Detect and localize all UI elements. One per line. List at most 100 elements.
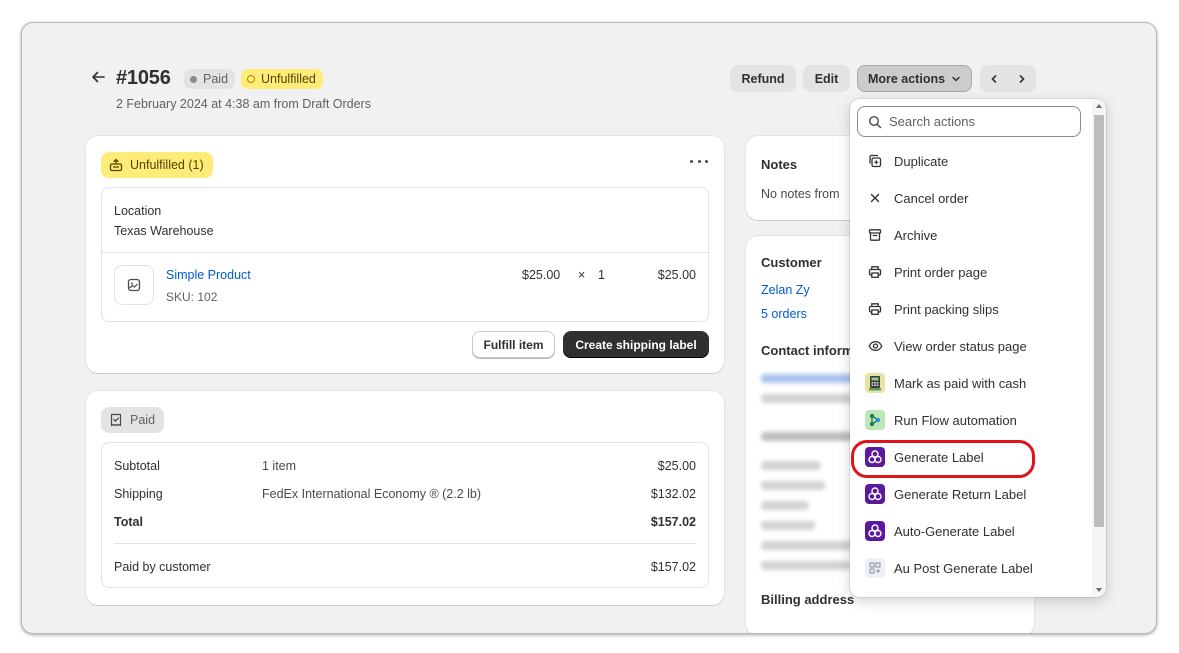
redacted-line xyxy=(761,461,821,470)
fulfillment-box-icon xyxy=(109,158,123,172)
redacted-phone xyxy=(761,394,861,403)
row-label: Subtotal xyxy=(114,459,160,473)
label-app-icon xyxy=(865,484,885,504)
menu-item-archive[interactable]: Archive xyxy=(857,219,1083,251)
menu-item-run-flow-automation[interactable]: Run Flow automation xyxy=(857,404,1083,436)
duplicate-icon xyxy=(865,151,885,171)
order-number: #1056 xyxy=(116,67,171,89)
menu-scrollbar[interactable] xyxy=(1092,99,1106,597)
archive-icon xyxy=(865,225,885,245)
redacted-line xyxy=(761,501,809,510)
customer-name-link[interactable]: Zelan Zy xyxy=(761,283,810,297)
contact-info-title: Contact inform xyxy=(761,343,854,358)
scroll-up-icon[interactable] xyxy=(1095,102,1103,110)
paid-status: Paid xyxy=(101,407,165,433)
product-quantity: 1 xyxy=(598,268,605,282)
refund-button[interactable]: Refund xyxy=(730,65,796,92)
unfulfilled-status: Unfulfilled (1) xyxy=(101,152,213,178)
menu-item-label: Duplicate xyxy=(894,153,949,169)
location-value: Texas Warehouse xyxy=(114,224,214,238)
product-sku: SKU: 102 xyxy=(166,290,218,304)
create-shipping-label-button[interactable]: Create shipping label xyxy=(563,331,709,358)
customer-title: Customer xyxy=(761,255,822,270)
eye-icon xyxy=(865,336,885,356)
menu-item-label: Cancel order xyxy=(894,190,969,206)
menu-item-view-order-status-page[interactable]: View order status page xyxy=(857,330,1083,362)
chevron-right-icon xyxy=(1019,74,1025,83)
product-thumbnail xyxy=(114,265,154,305)
menu-item-mark-as-paid-with-cash[interactable]: Mark as paid with cash xyxy=(857,367,1083,399)
paid-badge: Paid xyxy=(184,69,236,89)
payment-summary-box: Subtotal 1 item $25.00 Shipping FedEx In… xyxy=(101,442,709,588)
ring-icon xyxy=(247,75,255,83)
label-app-icon xyxy=(865,521,885,541)
menu-item-label: Generate Return Label xyxy=(894,486,1027,502)
row-detail: 1 item xyxy=(262,459,297,473)
menu-item-label: Run Flow automation xyxy=(894,412,1017,428)
menu-item-label: Generate Label xyxy=(894,449,984,465)
notes-text: No notes from xyxy=(761,187,840,201)
menu-item-generate-return-label[interactable]: Generate Return Label xyxy=(857,478,1083,510)
customer-orders-link[interactable]: 5 orders xyxy=(761,307,807,321)
menu-item-label: Mark as paid with cash xyxy=(894,375,1027,391)
order-subtitle: 2 February 2024 at 4:38 am from Draft Or… xyxy=(116,97,371,111)
search-icon xyxy=(868,115,882,128)
menu-item-generate-label[interactable]: Generate Label xyxy=(851,440,1083,478)
billing-address-title: Billing address xyxy=(761,592,855,607)
image-placeholder-icon xyxy=(127,278,141,292)
more-actions-menu: Duplicate Cancel order Archive Print ord… xyxy=(850,99,1106,597)
notes-title: Notes xyxy=(761,157,798,172)
edit-button[interactable]: Edit xyxy=(803,65,850,92)
scrollbar-thumb[interactable] xyxy=(1094,115,1104,527)
redacted-line xyxy=(761,561,851,570)
chevron-down-icon xyxy=(952,76,960,82)
menu-item-auto-generate-label[interactable]: Auto-Generate Label xyxy=(857,515,1083,547)
menu-item-print-order-page[interactable]: Print order page xyxy=(857,256,1083,288)
menu-item-print-packing-slips[interactable]: Print packing slips xyxy=(857,293,1083,325)
order-pager xyxy=(980,65,1036,92)
divider xyxy=(102,252,708,253)
chevron-left-icon xyxy=(991,74,997,83)
row-detail: FedEx International Economy ® (2.2 lb) xyxy=(262,487,482,501)
app-window: #1056 Paid Unfulfilled 2 February 2024 a… xyxy=(21,22,1157,634)
redacted-line xyxy=(761,541,857,550)
location-label: Location xyxy=(114,204,162,218)
payment-card: Paid Subtotal 1 item $25.00 Shipping Fed… xyxy=(86,391,724,605)
search-actions-field[interactable] xyxy=(857,106,1081,137)
previous-order-button[interactable] xyxy=(980,65,1008,92)
product-name-link[interactable]: Simple Product xyxy=(166,268,251,282)
row-amount: $157.02 xyxy=(650,515,696,529)
more-options-icon[interactable] xyxy=(690,156,708,166)
unfulfilled-badge: Unfulfilled xyxy=(241,69,323,89)
menu-item-label: Archive xyxy=(894,227,938,243)
menu-item-cancel-order[interactable]: Cancel order xyxy=(857,182,1083,214)
menu-item-au-post-generate-label[interactable]: Au Post Generate Label xyxy=(857,552,1083,584)
unfulfilled-badge-label: Unfulfilled xyxy=(261,72,316,86)
back-arrow-icon[interactable] xyxy=(90,69,106,85)
menu-item-label: View order status page xyxy=(894,338,1027,354)
unfulfilled-status-label: Unfulfilled (1) xyxy=(130,158,204,172)
fulfill-item-button[interactable]: Fulfill item xyxy=(472,331,555,358)
multiply-sign: × xyxy=(578,268,586,282)
next-order-button[interactable] xyxy=(1008,65,1036,92)
divider xyxy=(114,543,696,544)
fulfillment-card: Unfulfilled (1) Location Texas Warehouse… xyxy=(86,136,724,373)
printer-icon xyxy=(865,262,885,282)
redacted-line xyxy=(761,521,815,530)
menu-item-label: Print order page xyxy=(894,264,988,280)
row-amount: $25.00 xyxy=(657,459,696,473)
printer-icon xyxy=(865,299,885,319)
fulfillment-box: Location Texas Warehouse Simple Product … xyxy=(101,187,709,322)
paid-badge-label: Paid xyxy=(203,72,229,86)
x-icon xyxy=(865,188,885,208)
search-actions-input[interactable] xyxy=(889,114,1069,129)
menu-item-duplicate[interactable]: Duplicate xyxy=(857,145,1083,177)
cash-app-icon xyxy=(865,373,885,393)
row-amount: $132.02 xyxy=(650,487,696,501)
receipt-check-icon xyxy=(110,413,122,427)
row-label: Total xyxy=(114,515,143,529)
label-app-icon xyxy=(865,447,885,467)
dot-icon xyxy=(190,75,197,83)
more-actions-button[interactable]: More actions xyxy=(857,65,972,92)
scroll-down-icon[interactable] xyxy=(1095,586,1103,594)
